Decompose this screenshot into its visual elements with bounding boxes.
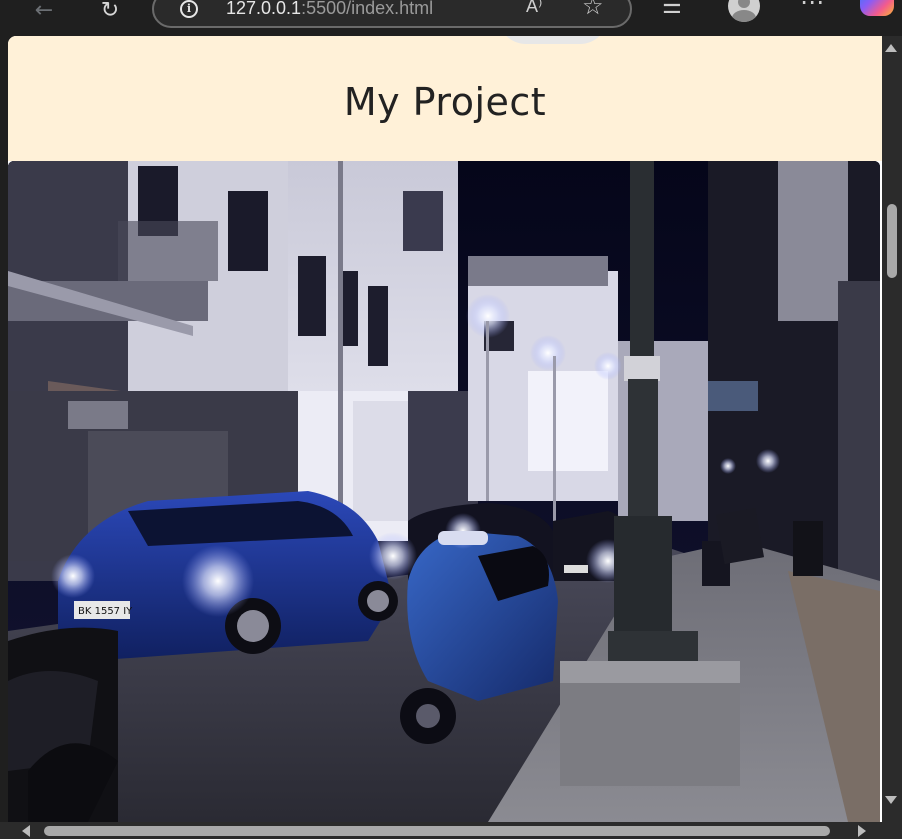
star-icon[interactable]: ☆ [582,0,604,20]
collections-icon[interactable]: ☰ [662,0,682,19]
url-path: :5500/index.html [301,0,434,18]
more-icon[interactable]: ⋯ [800,0,825,16]
url-host: 127.0.0.1 [226,0,302,18]
browser-toolbar: ← ↻ i 127.0.0.1:5500/index.html A⁾ ☆ ☰ ⋯ [0,0,902,36]
night-street-photo: BK 1557 IY [8,161,880,822]
scroll-down-icon[interactable] [885,796,897,804]
back-arrow-icon[interactable]: ← [26,0,62,28]
page-header: My Project [8,36,882,161]
profile-icon[interactable] [728,0,760,22]
vertical-scroll-thumb[interactable] [887,204,897,278]
scroll-up-icon[interactable] [885,44,897,52]
svg-text:BK 1557 IY: BK 1557 IY [78,606,133,617]
page-title: My Project [343,80,547,124]
url-text[interactable]: 127.0.0.1:5500/index.html [226,0,433,19]
scroll-right-icon[interactable] [858,825,866,837]
hero-image: BK 1557 IY [8,161,880,822]
horizontal-scroll-thumb[interactable] [44,826,830,836]
page-viewport: My Project BK 1557 IY [8,36,882,822]
browser-window: ← ↻ i 127.0.0.1:5500/index.html A⁾ ☆ ☰ ⋯… [0,0,902,839]
copilot-icon[interactable] [860,0,894,16]
read-aloud-icon[interactable]: A⁾ [526,0,542,17]
scroll-left-icon[interactable] [22,825,30,837]
horizontal-scrollbar[interactable] [0,822,902,839]
address-bar[interactable]: i 127.0.0.1:5500/index.html A⁾ ☆ [152,0,632,28]
header-decoration [498,36,608,44]
refresh-icon[interactable]: ↻ [92,0,128,28]
info-icon[interactable]: i [180,0,198,18]
vertical-scrollbar[interactable] [882,36,902,822]
